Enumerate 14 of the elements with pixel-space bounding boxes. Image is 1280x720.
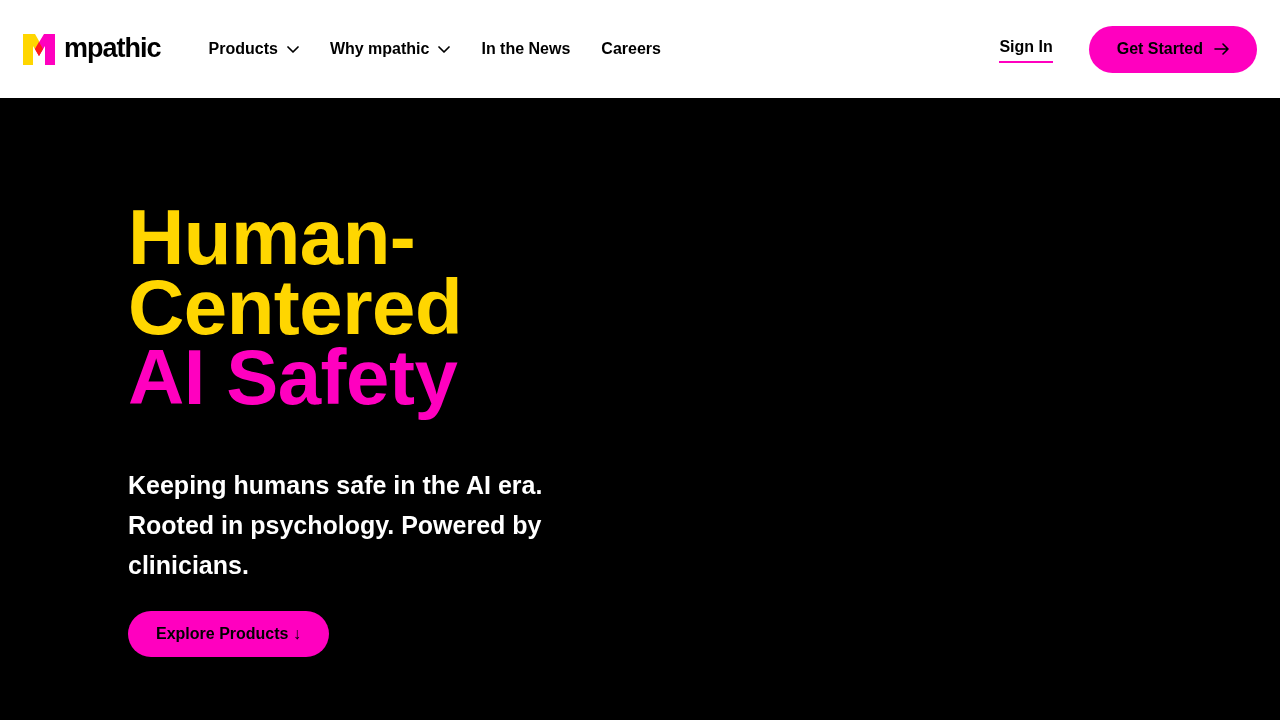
chevron-down-icon [438, 45, 451, 53]
nav-link[interactable]: Why mpathic [329, 40, 451, 58]
get-started-button[interactable]: Get Started [1088, 25, 1257, 73]
chevron-down-icon [286, 45, 299, 53]
logo-icon [23, 33, 55, 65]
nav-link[interactable]: In the News [481, 40, 571, 58]
nav-link[interactable]: Products [208, 40, 299, 58]
explore-products-button[interactable]: Explore Products ↓ [128, 611, 329, 657]
hero-subtitle: Keeping humans safe in the AI era. Rooted in psychology. Powered by clinicians. [128, 470, 544, 581]
nav-link[interactable]: Careers [601, 40, 661, 58]
sign-in-link[interactable]: Sign In [999, 37, 1053, 63]
logo-wordmark: mpathic [64, 34, 161, 62]
arrow-right-icon [1214, 43, 1229, 55]
hero-headline: Human-Centered AI Safety [128, 202, 464, 423]
